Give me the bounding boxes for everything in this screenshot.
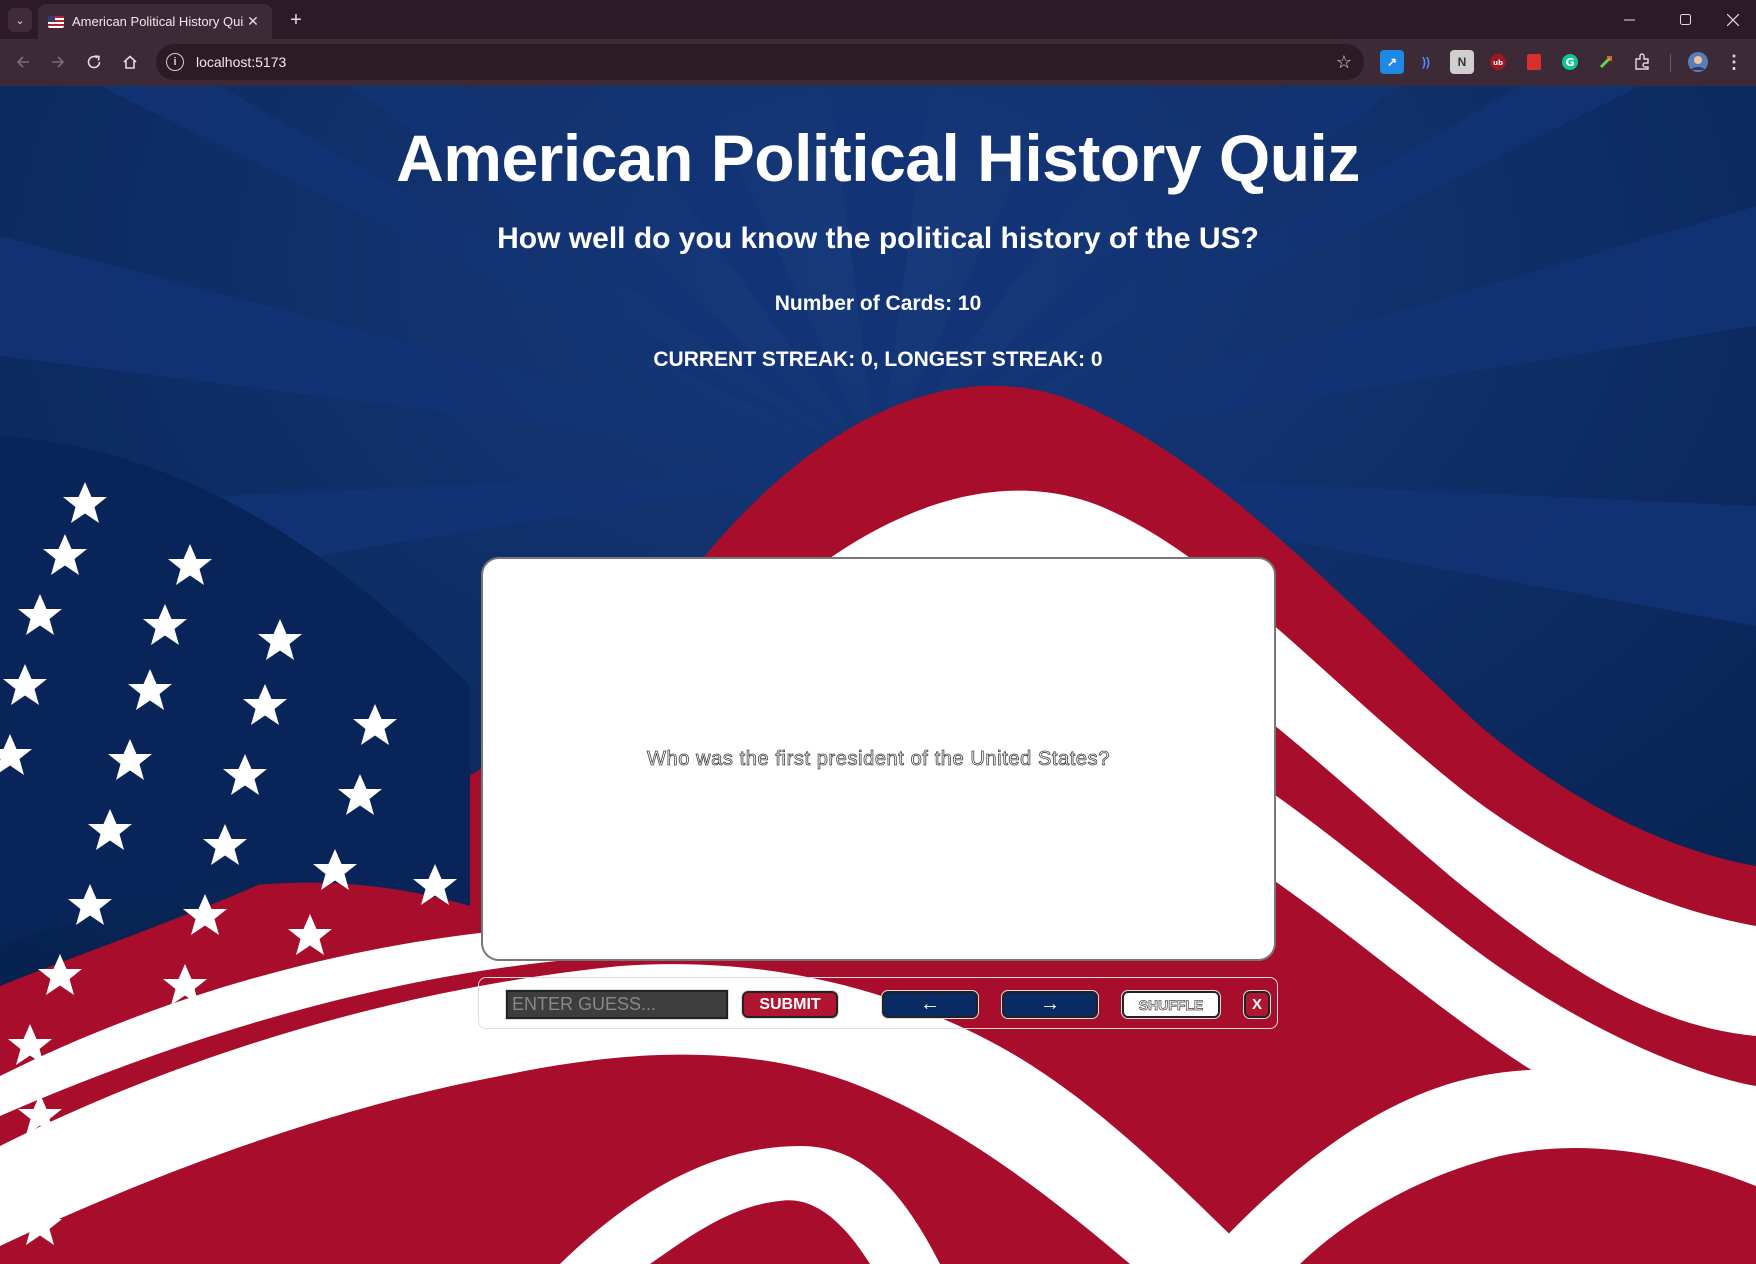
flashcard[interactable]: Who was the first president of the Unite… [481,557,1276,961]
next-card-button[interactable]: → [1001,990,1099,1019]
extension-ublock-icon[interactable]: ub [1486,50,1510,74]
close-button[interactable]: X [1243,990,1271,1019]
site-info-icon[interactable]: i [166,53,184,71]
extension-notion-icon[interactable]: N [1450,50,1474,74]
close-window-icon[interactable] [1710,0,1756,39]
submit-button[interactable]: SUBMIT [741,990,839,1019]
extension-grammarly-icon[interactable]: G [1558,50,1582,74]
toolbar-separator [1670,54,1671,72]
forward-icon[interactable] [43,47,73,77]
page-subtitle: How well do you know the political histo… [497,222,1259,255]
card-count: Number of Cards: 10 [774,292,982,315]
reload-icon[interactable] [79,47,109,77]
browser-tab-active[interactable]: American Political History Quiz ✕ [38,4,272,39]
page-title: American Political History Quiz [396,121,1360,195]
back-icon[interactable] [8,47,38,77]
minimize-window-icon[interactable] [1606,0,1652,39]
url-text[interactable]: localhost:5173 [196,54,1336,70]
quiz-controls: SUBMIT ← → SHUFFLE X [478,977,1278,1029]
address-bar[interactable]: i localhost:5173 ☆ [156,44,1364,80]
streak-counter: CURRENT STREAK: 0, LONGEST STREAK: 0 [653,348,1103,371]
shuffle-button[interactable]: SHUFFLE [1121,990,1221,1019]
quiz-page: American Political History Quiz How well… [0,86,1756,1264]
extension-rocket-icon[interactable] [1594,50,1618,74]
previous-card-button[interactable]: ← [881,990,979,1019]
us-flag-favicon-icon [48,15,64,28]
extensions-icon[interactable] [1630,50,1654,74]
extension-link-icon[interactable]: ↗ [1380,50,1404,74]
more-menu-icon[interactable]: ⋮ [1722,50,1746,74]
home-icon[interactable] [115,47,145,77]
svg-text:ub: ub [1493,59,1503,67]
maximize-window-icon[interactable] [1662,0,1708,39]
svg-text:G: G [1565,56,1574,69]
extension-wave-icon[interactable]: )) [1414,50,1438,74]
guess-input[interactable] [505,989,729,1020]
browser-toolbar: i localhost:5173 ☆ ↗ )) N ub G ⋮ [0,39,1756,86]
extension-red-bookmark-icon[interactable] [1522,50,1546,74]
new-tab-button[interactable]: + [282,6,310,34]
flashcard-question: Who was the first president of the Unite… [647,747,1110,770]
profile-avatar[interactable] [1686,50,1710,74]
tab-close-icon[interactable]: ✕ [244,13,262,30]
tab-search-menu-icon[interactable]: ⌄ [8,8,32,32]
browser-tab-strip: ⌄ American Political History Quiz ✕ + [0,0,1756,39]
tab-title: American Political History Quiz [72,14,244,29]
bookmark-star-icon[interactable]: ☆ [1336,52,1352,73]
